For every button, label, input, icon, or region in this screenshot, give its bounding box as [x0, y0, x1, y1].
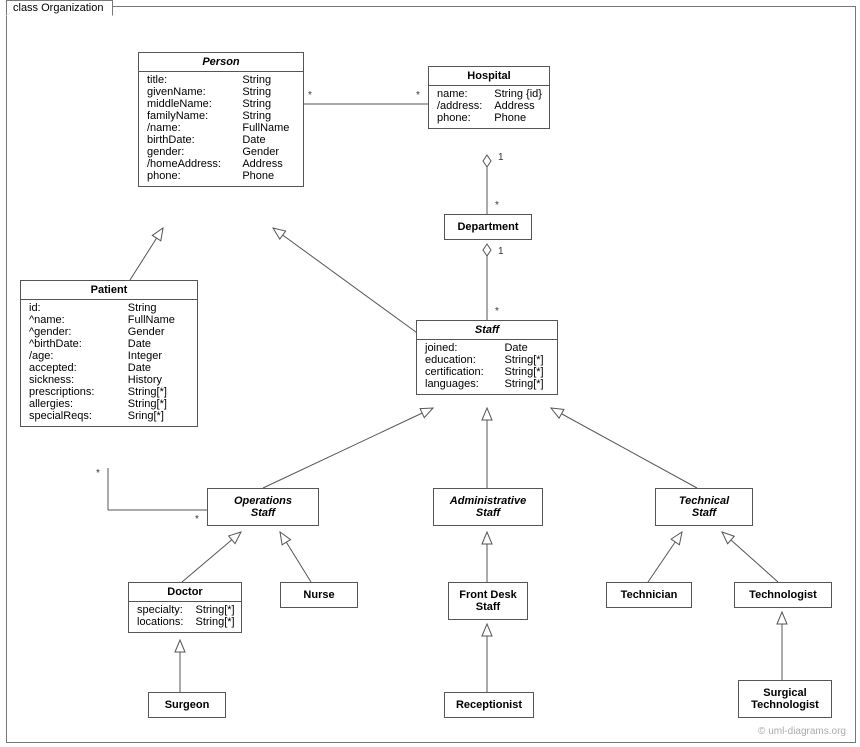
attrs-staff: joined:Date education:String[*] certific… — [417, 340, 557, 394]
class-receptionist: Receptionist — [444, 692, 534, 718]
class-title-patient: Patient — [21, 281, 197, 300]
class-admin-staff: Administrative Staff — [433, 488, 543, 526]
class-surg-tech: Surgical Technologist — [738, 680, 832, 718]
class-doctor: Doctor specialty:String[*] locations:Str… — [128, 582, 242, 633]
attrs-patient: id:String ^name:FullName ^gender:Gender … — [21, 300, 197, 426]
mult-person-hosp-r: * — [416, 90, 420, 101]
class-title-hospital: Hospital — [429, 67, 549, 86]
attrs-hospital: name:String {id} /address:Address phone:… — [429, 86, 549, 128]
frame-label: class Organization — [6, 0, 113, 16]
class-tech-staff: Technical Staff — [655, 488, 753, 526]
mult-patient-ops-r: * — [195, 514, 199, 525]
class-surgeon: Surgeon — [148, 692, 226, 718]
class-hospital: Hospital name:String {id} /address:Addre… — [428, 66, 550, 129]
attrs-doctor: specialty:String[*] locations:String[*] — [129, 602, 241, 632]
class-title-doctor: Doctor — [129, 583, 241, 602]
mult-dept-staff-star: * — [495, 306, 499, 317]
attrs-person: title:String givenName:String middleName… — [139, 72, 303, 186]
watermark: © uml-diagrams.org — [758, 726, 846, 737]
class-title-staff: Staff — [417, 321, 557, 340]
class-patient: Patient id:String ^name:FullName ^gender… — [20, 280, 198, 427]
mult-hosp-dept-star: * — [495, 200, 499, 211]
class-technician: Technician — [606, 582, 692, 608]
mult-dept-staff-1: 1 — [498, 246, 504, 257]
class-nurse: Nurse — [280, 582, 358, 608]
diagram-container: class Organization — [0, 0, 860, 747]
class-person: Person title:String givenName:String mid… — [138, 52, 304, 187]
mult-hosp-dept-1: 1 — [498, 152, 504, 163]
class-department: Department — [444, 214, 532, 240]
class-front-desk: Front Desk Staff — [448, 582, 528, 620]
class-technologist: Technologist — [734, 582, 832, 608]
class-staff: Staff joined:Date education:String[*] ce… — [416, 320, 558, 395]
mult-patient-ops-l: * — [96, 468, 100, 479]
class-ops-staff: Operations Staff — [207, 488, 319, 526]
mult-person-hosp-l: * — [308, 90, 312, 101]
class-title-person: Person — [139, 53, 303, 72]
